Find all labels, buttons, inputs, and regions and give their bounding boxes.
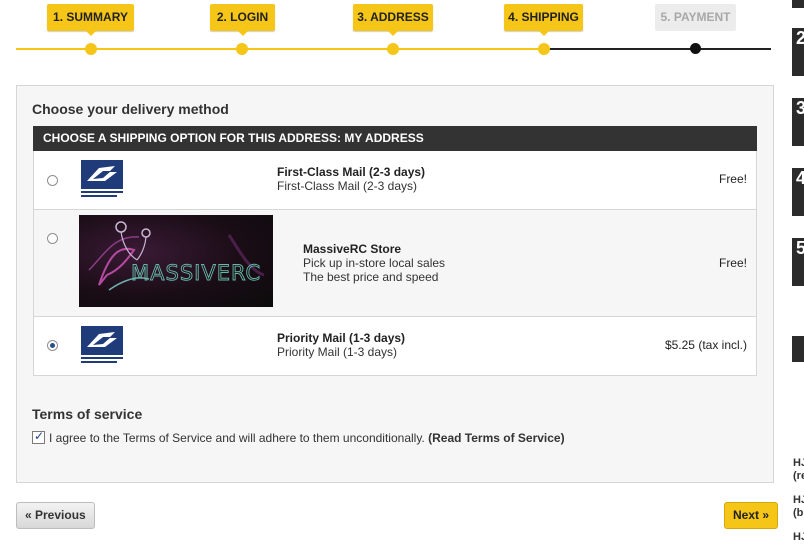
- step-shipping-label: 4. SHIPPING: [508, 10, 579, 24]
- sidebar-block: 5: [792, 238, 804, 286]
- sidebar-block: [792, 0, 804, 8]
- step-summary-label: 1. SUMMARY: [53, 10, 128, 24]
- priority-name: Priority Mail (1-3 days): [277, 331, 406, 345]
- step-shipping: 4. SHIPPING: [504, 4, 583, 36]
- step-summary[interactable]: 1. SUMMARY: [47, 4, 134, 36]
- massiverc-artwork-icon: MASSIVERC: [88, 221, 265, 291]
- sidebar-text: HJ: [793, 457, 804, 469]
- tos-agree-text: I agree to the Terms of Service and will…: [49, 431, 425, 445]
- step-address-dot: [387, 43, 399, 55]
- step-login[interactable]: 2. LOGIN: [210, 4, 275, 36]
- shipping-options-list: First-Class Mail (2-3 days) First-Class …: [33, 151, 757, 376]
- usps-logo-icon: [81, 326, 123, 363]
- read-tos-link[interactable]: (Read Terms of Service): [428, 431, 565, 445]
- sidebar-text: HJ: [793, 494, 804, 506]
- tos-title: Terms of service: [32, 406, 143, 422]
- massiverc-logo-text: MASSIVERC: [131, 261, 261, 285]
- sidebar-number: 5: [796, 238, 804, 258]
- sidebar-block: 2: [792, 28, 804, 76]
- priority-price: $5.25 (tax incl.): [664, 338, 747, 352]
- previous-button[interactable]: « Previous: [16, 502, 95, 529]
- sidebar-text: (b: [793, 507, 804, 519]
- sidebar-number: 3: [796, 98, 804, 118]
- step-payment-dot: [690, 43, 701, 54]
- store-pickup-desc: Pick up in-store local sales: [303, 256, 446, 270]
- sidebar-text: HJ: [793, 531, 804, 543]
- shipping-option-store-pickup[interactable]: MASSIVERC MassiveRC Store Pick up in-sto…: [34, 209, 756, 316]
- sidebar-text: (re: [793, 470, 804, 482]
- shipping-option-priority[interactable]: Priority Mail (1-3 days) Priority Mail (…: [34, 316, 756, 375]
- store-pickup-radio[interactable]: [47, 233, 58, 244]
- step-address[interactable]: 3. ADDRESS: [353, 4, 433, 36]
- store-pickup-desc-2: The best price and speed: [303, 270, 439, 284]
- delivery-panel: Choose your delivery method CHOOSE A SHI…: [16, 85, 774, 483]
- tos-agreement: I agree to the Terms of Service and will…: [32, 429, 565, 445]
- next-button[interactable]: Next »: [724, 502, 779, 529]
- shipping-options-header: CHOOSE A SHIPPING OPTION FOR THIS ADDRES…: [33, 126, 757, 151]
- first-class-radio[interactable]: [47, 175, 58, 186]
- priority-radio[interactable]: [47, 340, 58, 351]
- progress-line-todo: [546, 48, 771, 50]
- massiverc-logo-image: MASSIVERC: [79, 215, 273, 307]
- store-pickup-price: Free!: [718, 256, 747, 270]
- shipping-option-first-class[interactable]: First-Class Mail (2-3 days) First-Class …: [34, 151, 756, 209]
- step-login-label: 2. LOGIN: [216, 10, 269, 24]
- step-payment-label: 5. PAYMENT: [660, 10, 731, 24]
- step-payment: 5. PAYMENT: [655, 4, 736, 31]
- checkout-steps: 1. SUMMARY 2. LOGIN 3. ADDRESS 4. SHIPPI…: [0, 0, 775, 62]
- step-shipping-dot: [538, 43, 550, 55]
- priority-desc: Priority Mail (1-3 days): [277, 345, 398, 359]
- tos-checkbox[interactable]: [32, 429, 45, 444]
- step-login-dot: [236, 43, 248, 55]
- usps-logo-icon: [81, 160, 123, 197]
- first-class-name: First-Class Mail (2-3 days): [277, 165, 426, 179]
- step-address-label: 3. ADDRESS: [357, 10, 429, 24]
- sidebar-block: [792, 336, 804, 362]
- store-pickup-name: MassiveRC Store: [303, 242, 402, 256]
- sidebar-number: 4: [796, 168, 804, 188]
- first-class-desc: First-Class Mail (2-3 days): [277, 179, 418, 193]
- first-class-price: Free!: [718, 172, 747, 186]
- sidebar-block: 3: [792, 98, 804, 146]
- sidebar-number: 2: [796, 28, 804, 48]
- delivery-title: Choose your delivery method: [32, 101, 229, 117]
- step-summary-dot: [85, 43, 97, 55]
- sidebar-block: 4: [792, 168, 804, 216]
